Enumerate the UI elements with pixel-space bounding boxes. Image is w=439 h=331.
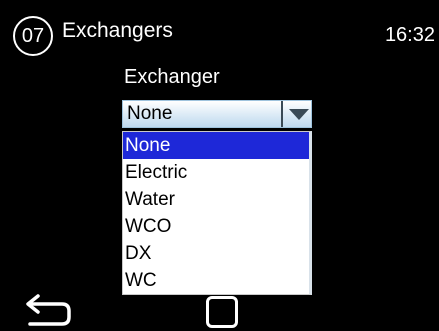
home-square-icon[interactable] [206, 296, 238, 328]
select-divider [281, 101, 283, 127]
exchanger-select[interactable]: None [122, 100, 312, 128]
clock: 16:32 [384, 24, 435, 46]
dropdown-arrow-icon[interactable] [289, 109, 309, 120]
page-title: Exchangers [62, 19, 173, 42]
dropdown-option-water[interactable]: Water [123, 186, 309, 213]
dropdown-option-wc[interactable]: WC [123, 267, 309, 294]
dropdown-option-wco[interactable]: WCO [123, 213, 309, 240]
exchangers-screen: 07 Exchangers 16:32 Exchanger None None … [0, 0, 439, 331]
exchanger-dropdown-list: None Electric Water WCO DX WC [122, 131, 312, 295]
page-number-badge: 07 [13, 16, 53, 56]
page-number: 07 [21, 25, 45, 47]
back-arrow-icon [26, 294, 71, 326]
exchanger-field-label: Exchanger [124, 66, 220, 88]
dropdown-option-dx[interactable]: DX [123, 240, 309, 267]
exchanger-select-value: None [127, 103, 173, 124]
dropdown-option-none[interactable]: None [123, 132, 309, 159]
dropdown-option-electric[interactable]: Electric [123, 159, 309, 186]
back-button[interactable] [24, 292, 74, 328]
